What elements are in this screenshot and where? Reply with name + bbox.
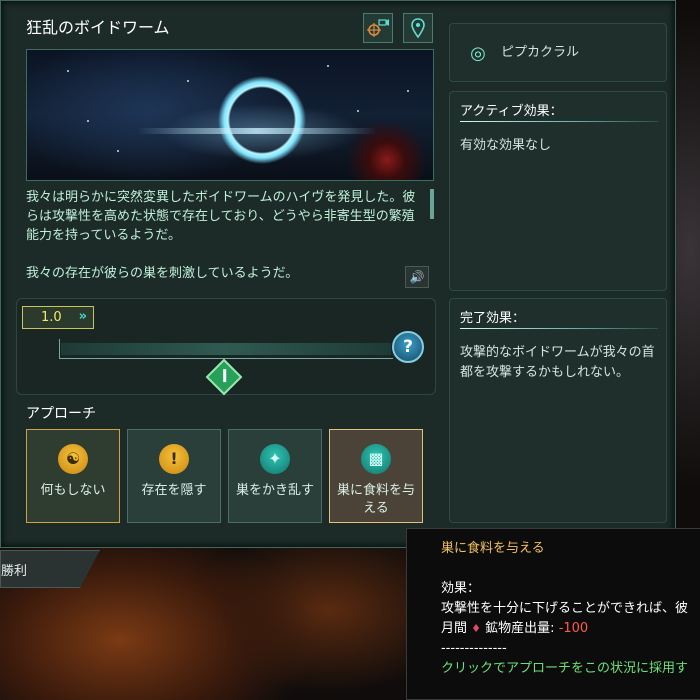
description-paragraph-1: 我々は明らかに突然変異したボイドワームのハイヴを発見した。彼らは攻撃性を高めた状… xyxy=(26,190,416,243)
active-effects-header: アクティブ効果： xyxy=(460,104,563,119)
speed-value: 1.0 xyxy=(41,310,62,325)
approach-tooltip: 巣に食料を与える 効果： 攻撃性を十分に下げることができれば、彼 月間 ♦ 鉱物… xyxy=(406,528,700,700)
tooltip-monthly: 月間 xyxy=(441,621,468,636)
approach-option-feed[interactable]: ▩ 巣に食料を与える xyxy=(329,429,423,523)
approach-option-label: 巣をかき乱す xyxy=(235,483,314,498)
tooltip-effect-header: 効果： xyxy=(441,581,481,596)
approach-option-disturb[interactable]: ✦ 巣をかき乱す xyxy=(228,429,322,523)
approach-option-hide[interactable]: ! 存在を隠す xyxy=(127,429,221,523)
approach-option-label: 何もしない xyxy=(40,483,106,498)
event-description: 我々は明らかに突然変異したボイドワームのハイヴを発見した。彼らは攻撃性を高めた状… xyxy=(26,188,424,302)
speaker-icon[interactable]: 🔊 xyxy=(405,266,429,288)
approach-option-do-nothing[interactable]: ☯ 何もしない xyxy=(26,429,120,523)
approach-option-label: 巣に食料を与える xyxy=(336,483,415,516)
completion-effects-header: 完了効果： xyxy=(460,311,526,326)
event-illustration xyxy=(26,49,434,181)
exclamation-icon: ! xyxy=(159,444,189,474)
camera-target-icon xyxy=(367,19,389,37)
event-title: 狂乱のボイドワーム xyxy=(26,18,170,37)
description-scrollbar[interactable] xyxy=(430,189,434,219)
hands-icon: ☯ xyxy=(58,444,88,474)
active-effects-box: アクティブ効果： 有効な効果なし xyxy=(449,91,667,291)
system-name: ピプカクラル xyxy=(501,45,580,60)
help-button[interactable]: ? xyxy=(392,331,424,363)
mineral-icon: ♦ xyxy=(471,622,482,635)
strike-icon: ✦ xyxy=(260,444,290,474)
completion-effects-body: 攻撃的なボイドワームが我々の首都を攻撃するかもしれない。 xyxy=(460,345,655,380)
speed-indicator[interactable]: 1.0 » xyxy=(22,306,94,329)
slider-fill xyxy=(61,343,391,355)
location-pin-icon xyxy=(411,18,425,38)
location-pin-button[interactable] xyxy=(403,13,433,43)
tooltip-effect-line: 攻撃性を十分に下げることができれば、彼 xyxy=(441,601,689,616)
tooltip-mineral-label: 鉱物産出量: xyxy=(485,621,555,636)
tooltip-title: 巣に食料を与える xyxy=(441,541,545,556)
fast-forward-icon: » xyxy=(78,309,87,324)
active-effects-body: 有効な効果なし xyxy=(460,138,552,153)
completion-effects-box: 完了効果： 攻撃的なボイドワームが我々の首都を攻撃するかもしれない。 xyxy=(449,298,667,523)
gift-icon: ▩ xyxy=(361,444,391,474)
event-panel: 狂乱のボイドワーム 我々は明らかに突然変異したボイドワームのハイヴを発見した。彼… xyxy=(0,0,676,548)
tooltip-hint: クリックでアプローチをこの状況に採用す xyxy=(441,661,689,676)
description-paragraph-2: 我々の存在が彼らの巣を刺激しているようだ。 xyxy=(26,266,299,281)
system-location[interactable]: ◎ ピプカクラル xyxy=(449,23,667,82)
tooltip-separator: -------------- xyxy=(441,641,507,656)
tooltip-mineral-value: -100 xyxy=(558,621,589,636)
approach-option-label: 存在を隠す xyxy=(141,483,207,498)
system-icon: ◎ xyxy=(470,42,486,64)
tooltip-mineral-line: 月間 ♦ 鉱物産出量: -100 xyxy=(441,619,588,639)
approach-label: アプローチ xyxy=(26,406,96,422)
camera-target-button[interactable] xyxy=(363,13,393,43)
